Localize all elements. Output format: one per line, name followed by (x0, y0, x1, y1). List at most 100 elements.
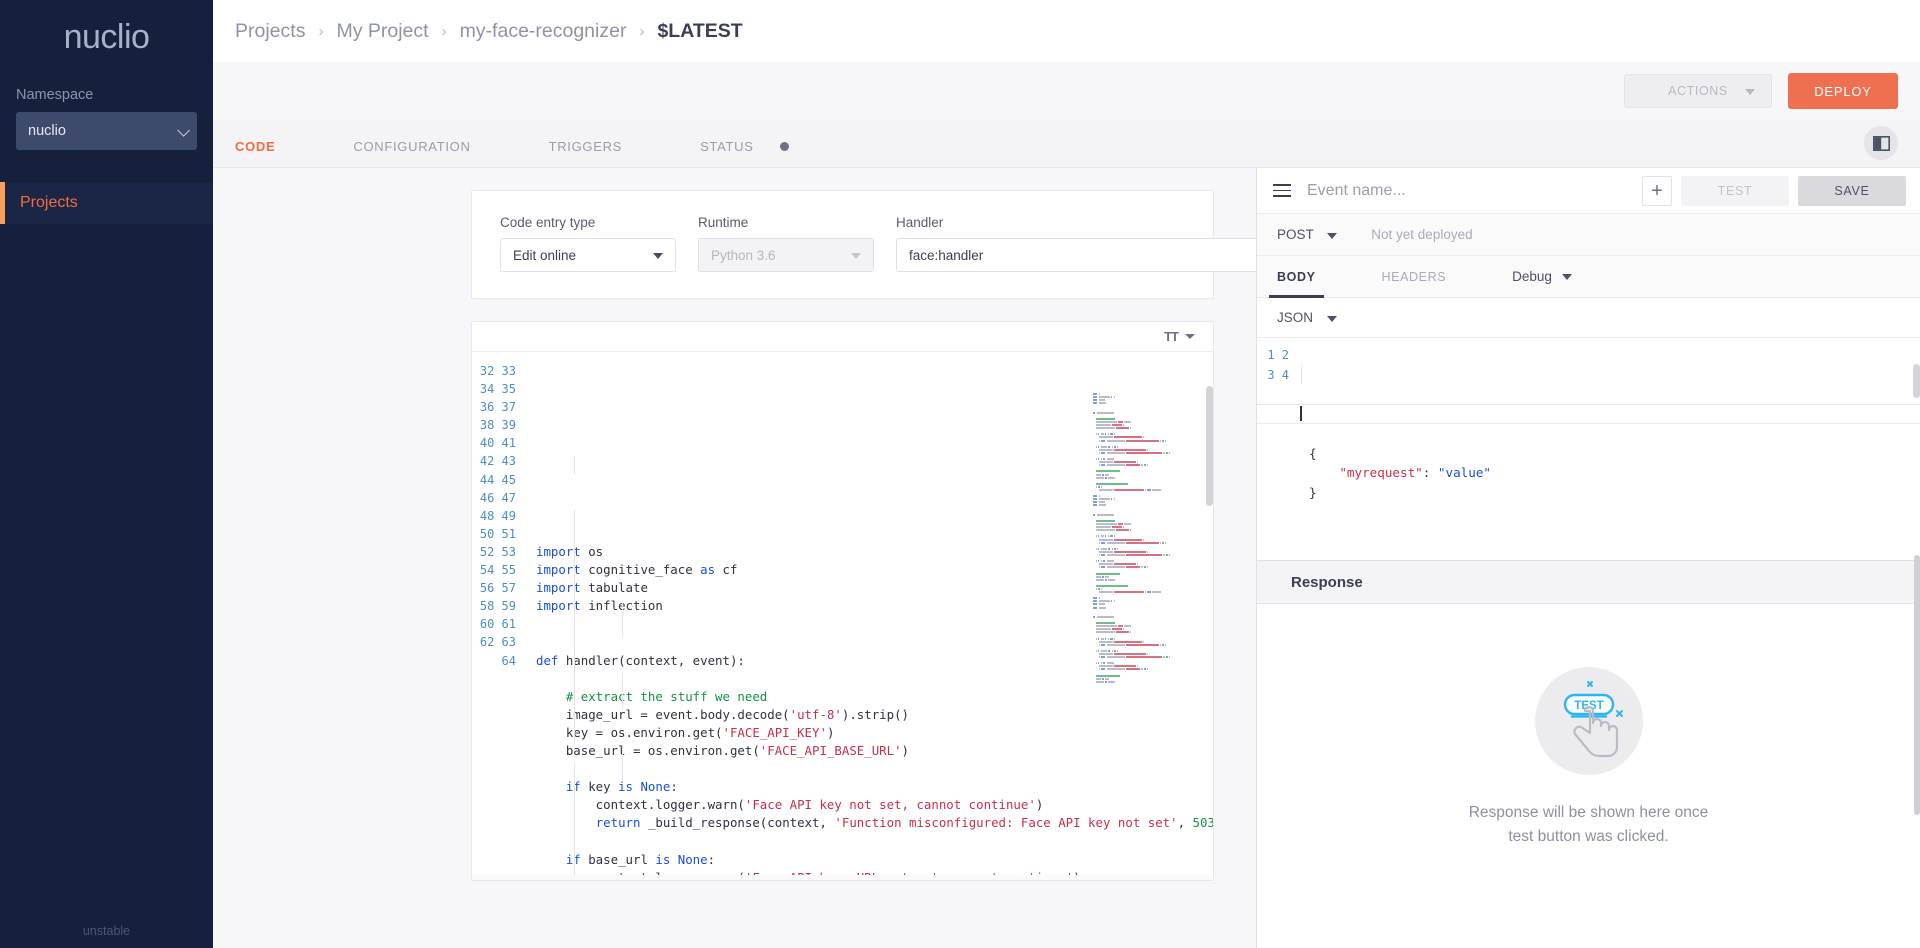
tab-headers[interactable]: HEADERS (1382, 256, 1447, 298)
breadcrumb-projects[interactable]: Projects (235, 20, 305, 43)
breadcrumb-my-project[interactable]: My Project (336, 20, 428, 43)
minimap-line (1093, 458, 1199, 461)
minimap-line (1093, 508, 1199, 510)
code-editor[interactable]: 32 33 34 35 36 37 38 39 40 41 42 43 44 4… (472, 352, 1213, 880)
minimap-line (1093, 430, 1199, 432)
test-button[interactable]: TEST (1681, 175, 1789, 206)
indent-guide (622, 673, 623, 709)
save-event-button[interactable]: SAVE (1798, 175, 1906, 206)
minimap-line (1093, 470, 1199, 473)
breadcrumb-function[interactable]: my-face-recognizer (460, 20, 627, 43)
minimap-line (1093, 662, 1199, 665)
code-entry-type-label: Code entry type (500, 215, 596, 230)
page-vertical-scrollbar[interactable] (1914, 555, 1920, 815)
code-line: if key is None: (566, 779, 678, 795)
toggle-side-panel-button[interactable] (1864, 126, 1898, 160)
tab-code[interactable]: CODE (235, 139, 275, 167)
response-empty-line1: Response will be shown here once (1468, 804, 1709, 821)
minimap-line (1093, 560, 1199, 563)
chevron-down-icon[interactable] (1185, 334, 1195, 339)
minimap-line (1093, 433, 1199, 436)
minimap-line (1093, 634, 1199, 636)
menu-icon[interactable] (1273, 184, 1291, 197)
minimap-line (1093, 424, 1199, 427)
content-type-select[interactable]: JSON (1277, 310, 1337, 325)
minimap-line (1093, 684, 1199, 686)
code-line: # extract the stuff we need (536, 688, 768, 704)
body-line-number-gutter: 1 2 3 4 (1267, 348, 1289, 382)
minimap-line (1093, 656, 1199, 659)
handler-value: face:handler (909, 247, 984, 263)
minimap-line (1093, 545, 1199, 547)
minimap-line (1093, 501, 1199, 504)
minimap-line (1093, 399, 1199, 402)
tab-body[interactable]: BODY (1269, 256, 1323, 298)
minimap-line (1093, 461, 1199, 464)
active-line-highlight (1257, 404, 1920, 424)
sidebar-item-projects[interactable]: Projects (0, 182, 213, 224)
tab-status[interactable]: STATUS (700, 139, 754, 167)
font-size-icon[interactable]: TT (1164, 329, 1179, 344)
event-name-input[interactable]: Event name... (1307, 182, 1642, 200)
chevron-down-icon (1561, 273, 1572, 280)
code-editor-card: TT 32 33 34 35 36 37 38 39 40 41 42 43 4… (471, 321, 1214, 881)
minimap-line (1093, 569, 1199, 571)
http-method-select[interactable]: POST (1277, 227, 1338, 242)
code-entry-type-select[interactable]: Edit online (500, 238, 676, 272)
minimap-line (1093, 390, 1199, 392)
indent-guide (574, 763, 575, 880)
minimap-line (1093, 631, 1199, 634)
minimap-line (1093, 680, 1199, 683)
minimap-line (1093, 677, 1199, 680)
code-line: "myrequest": "value" (1339, 465, 1491, 480)
chevron-down-icon (653, 253, 663, 259)
minimap-line (1093, 582, 1199, 584)
actions-dropdown[interactable]: ACTIONS (1624, 74, 1772, 108)
breadcrumb-separator-icon: › (441, 22, 447, 40)
minimap-line (1093, 492, 1199, 494)
minimap-line (1093, 566, 1199, 569)
minimap-line (1093, 622, 1199, 625)
minimap-line (1093, 511, 1199, 513)
minimap-line (1093, 427, 1199, 430)
indent-guide (574, 456, 575, 474)
minimap-line (1093, 415, 1199, 417)
minimap-line (1093, 443, 1199, 445)
minimap-line (1093, 445, 1199, 448)
test-illustration: TEST (1534, 667, 1643, 775)
breadcrumb-separator-icon: › (639, 22, 645, 40)
namespace-select[interactable]: nuclio (16, 112, 197, 150)
app-root: nuclio Namespace nuclio Projects unstabl… (0, 0, 1920, 948)
minimap-line (1093, 409, 1199, 411)
runtime-label: Runtime (698, 215, 749, 230)
deploy-button[interactable]: DEPLOY (1788, 73, 1898, 109)
indent-guide (1301, 365, 1302, 384)
body-vertical-scrollbar[interactable] (1913, 364, 1920, 398)
sidebar: nuclio Namespace nuclio Projects unstabl… (0, 0, 213, 948)
code-line: if base_url is None: (566, 851, 716, 867)
editor-horizontal-scrollbar[interactable] (472, 875, 1213, 880)
minimap-line (1093, 517, 1199, 519)
minimap-line (1093, 448, 1199, 451)
handler-input[interactable]: face:handler (896, 238, 1256, 272)
minimap-line (1093, 489, 1199, 491)
http-method-value: POST (1277, 227, 1314, 242)
code-minimap[interactable] (1093, 390, 1199, 683)
tab-triggers[interactable]: TRIGGERS (549, 139, 623, 167)
minimap-line (1093, 535, 1199, 538)
debug-dropdown[interactable]: Debug (1512, 269, 1572, 284)
add-event-button[interactable]: + (1642, 175, 1672, 206)
editor-vertical-scrollbar[interactable] (1206, 386, 1213, 506)
body-text[interactable]: { "myrequest": "value"} (1257, 338, 1920, 560)
minimap-line (1093, 417, 1199, 420)
minimap-line (1093, 588, 1199, 590)
minimap-line (1093, 553, 1199, 556)
tab-configuration[interactable]: CONFIGURATION (353, 139, 470, 167)
line-number-gutter: 32 33 34 35 36 37 38 39 40 41 42 43 44 4… (479, 364, 516, 668)
click-test-icon: TEST (1563, 681, 1623, 758)
work-area: Code entry type Edit online Runtime Pyth… (213, 168, 1920, 948)
indent-guide (574, 510, 575, 745)
minimap-line (1093, 411, 1199, 414)
request-body-editor[interactable]: 1 2 3 4 { "myrequest": "value"} (1257, 338, 1920, 560)
